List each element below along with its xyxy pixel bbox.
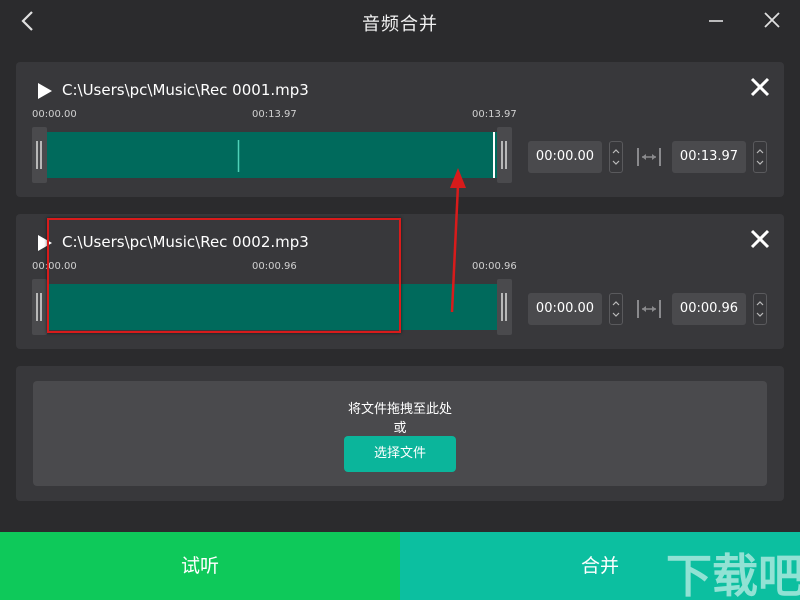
play-button[interactable] <box>36 82 54 100</box>
stepper-arrows-icon <box>756 149 764 165</box>
range-link-icon <box>637 300 661 318</box>
waveform[interactable] <box>47 132 497 178</box>
trim-start-handle[interactable] <box>32 279 47 335</box>
close-window-button[interactable] <box>759 8 785 34</box>
timeline-tick: 00:00.00 <box>32 109 77 120</box>
waveform-peak <box>237 140 240 172</box>
start-time-field[interactable]: 00:00.00 <box>528 141 602 173</box>
timeline-tick: 00:13.97 <box>472 109 517 120</box>
stepper-arrows-icon <box>612 149 620 165</box>
stepper-arrows-icon <box>756 301 764 317</box>
trim-end-handle[interactable] <box>497 127 512 183</box>
annotation-highlight-box <box>47 218 401 333</box>
start-time-field[interactable]: 00:00.00 <box>528 293 602 325</box>
add-file-card: 将文件拖拽至此处 或 选择文件 <box>16 366 784 501</box>
end-time-field[interactable]: 00:13.97 <box>672 141 746 173</box>
end-time-stepper[interactable] <box>753 293 767 325</box>
file-drop-zone[interactable]: 将文件拖拽至此处 或 选择文件 <box>33 381 767 486</box>
preview-button[interactable]: 试听 <box>0 532 400 600</box>
watermark-logo: 下载吧 <box>666 549 800 600</box>
remove-track-button[interactable] <box>749 76 771 98</box>
choose-file-button[interactable]: 选择文件 <box>344 436 456 472</box>
trim-end-handle[interactable] <box>497 279 512 335</box>
timeline-tick: 00:00.96 <box>472 261 517 272</box>
playhead[interactable] <box>493 132 495 178</box>
range-link-icon <box>637 148 661 166</box>
waveform-editor[interactable] <box>32 127 512 183</box>
remove-track-button[interactable] <box>749 228 771 250</box>
trim-start-handle[interactable] <box>32 127 47 183</box>
play-icon <box>38 83 52 99</box>
drop-hint: 将文件拖拽至此处 <box>347 402 452 417</box>
stepper-arrows-icon <box>612 301 620 317</box>
start-time-stepper[interactable] <box>609 141 623 173</box>
timeline-tick: 00:13.97 <box>252 109 297 120</box>
start-time-stepper[interactable] <box>609 293 623 325</box>
close-icon <box>750 229 770 249</box>
minimize-button[interactable] <box>704 8 730 34</box>
close-icon <box>750 77 770 97</box>
end-time-field[interactable]: 00:00.96 <box>672 293 746 325</box>
audio-track: C:\Users\pc\Music\Rec 0001.mp3 00:00.00 … <box>16 62 784 197</box>
file-path: C:\Users\pc\Music\Rec 0001.mp3 <box>62 81 309 99</box>
page-title: 音频合并 <box>362 14 438 35</box>
close-icon <box>764 12 780 28</box>
minimize-icon <box>709 20 723 22</box>
end-time-stepper[interactable] <box>753 141 767 173</box>
or-label: 或 <box>393 421 407 436</box>
title-bar: 音频合并 <box>0 0 800 44</box>
